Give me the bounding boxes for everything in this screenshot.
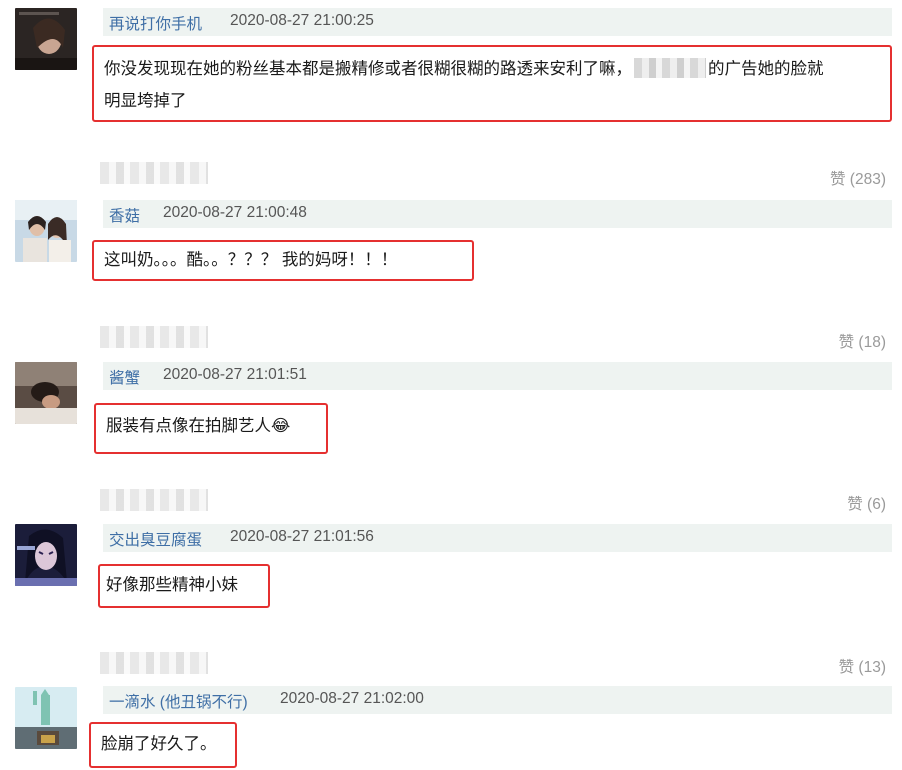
avatar[interactable]: [15, 362, 77, 424]
comment-text: 服装有点像在拍脚艺人😂: [106, 417, 291, 435]
timestamp: 2020-08-27 21:00:48: [163, 204, 307, 221]
reply-preview-blurred: [100, 162, 208, 184]
comment-text: 你没发现现在她的粉丝基本都是搬精修或者很糊很糊的路透来安利了嘛， 的广告她的脸就 …: [104, 58, 824, 110]
comment-meta-bar: 一滴水 (他丑锅不行) 2020-08-27 21:02:00: [103, 686, 892, 714]
username-link[interactable]: 再说打你手机: [109, 12, 202, 34]
avatar[interactable]: [15, 687, 77, 749]
like-button[interactable]: 赞 (283): [830, 167, 886, 189]
avatar[interactable]: [15, 200, 77, 262]
like-button[interactable]: 赞 (18): [839, 330, 886, 352]
username-link[interactable]: 酱蟹: [109, 366, 140, 388]
laughing-emoji-icon: 😂: [271, 417, 291, 435]
highlight-box: 脸崩了好久了。: [89, 722, 237, 768]
highlight-box: 你没发现现在她的粉丝基本都是搬精修或者很糊很糊的路透来安利了嘛， 的广告她的脸就 …: [92, 45, 892, 122]
reply-preview-blurred: [100, 326, 208, 348]
avatar[interactable]: [15, 524, 77, 586]
timestamp: 2020-08-27 21:01:51: [163, 366, 307, 383]
comment-meta-bar: 交出臭豆腐蛋 2020-08-27 21:01:56: [103, 524, 892, 552]
username-link[interactable]: 一滴水 (他丑锅不行): [109, 690, 248, 712]
like-button[interactable]: 赞 (6): [847, 492, 886, 514]
reply-preview-blurred: [100, 652, 208, 674]
timestamp: 2020-08-27 21:02:00: [280, 690, 424, 707]
like-button[interactable]: 赞 (13): [839, 655, 886, 677]
username-link[interactable]: 交出臭豆腐蛋: [109, 528, 202, 550]
comment-text: 好像那些精神小妹: [106, 576, 238, 594]
timestamp: 2020-08-27 21:01:56: [230, 528, 374, 545]
comment-meta-bar: 香菇 2020-08-27 21:00:48: [103, 200, 892, 228]
avatar[interactable]: [15, 8, 77, 70]
comment-text: 脸崩了好久了。: [101, 735, 217, 753]
comment-meta-bar: 酱蟹 2020-08-27 21:01:51: [103, 362, 892, 390]
username-link[interactable]: 香菇: [109, 204, 140, 226]
highlight-box: 服装有点像在拍脚艺人😂: [94, 403, 328, 454]
redacted-text: [634, 58, 706, 78]
comment-meta-bar: 再说打你手机 2020-08-27 21:00:25: [103, 8, 892, 36]
timestamp: 2020-08-27 21:00:25: [230, 12, 374, 29]
highlight-box: 好像那些精神小妹: [98, 564, 270, 608]
comment-text: 这叫奶。。。酷。。？？？ 我的妈呀！！！: [104, 251, 398, 269]
reply-preview-blurred: [100, 489, 208, 511]
highlight-box: 这叫奶。。。酷。。？？？ 我的妈呀！！！: [92, 240, 474, 281]
